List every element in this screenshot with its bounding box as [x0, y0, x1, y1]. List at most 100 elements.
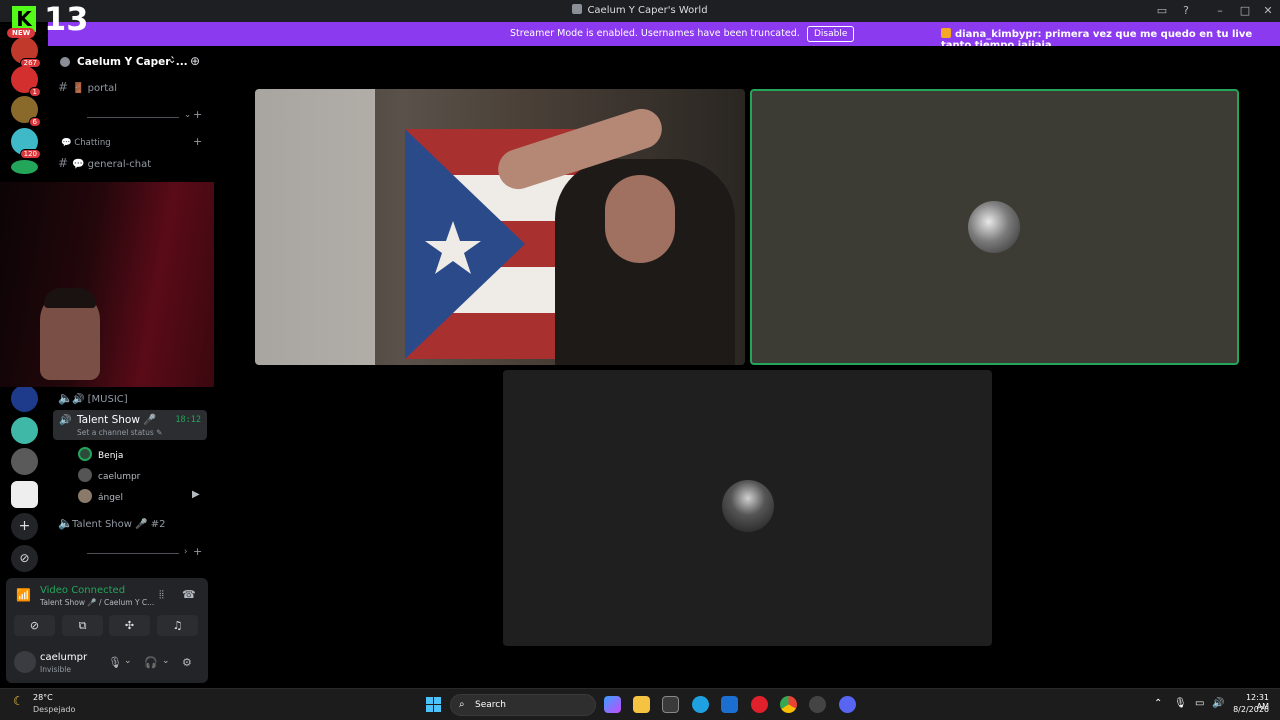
voice-channel-talent-show[interactable]: 🔊 Talent Show 🎤 18:12 Set a channel stat…: [53, 410, 207, 440]
hash-icon: #: [58, 80, 69, 94]
add-channel-icon[interactable]: +: [193, 108, 202, 121]
camera-icon: ▶: [192, 489, 200, 500]
category-divider: [87, 553, 179, 554]
store-icon[interactable]: [662, 696, 679, 713]
connection-status: Video Connected: [40, 585, 126, 596]
headphones-icon[interactable]: 🎧: [144, 656, 158, 669]
chrome-icon[interactable]: [780, 696, 797, 713]
search-label: Search: [475, 700, 506, 710]
overlay-number: 13: [44, 0, 89, 38]
clock-date[interactable]: 8/2/2026: [1233, 705, 1269, 714]
activities-button[interactable]: ✣: [109, 615, 150, 636]
guild-icon[interactable]: 1: [11, 66, 41, 97]
discord-icon[interactable]: [839, 696, 856, 713]
disable-streamer-mode-button[interactable]: Disable: [807, 26, 855, 42]
avatar: [968, 201, 1020, 253]
channel-general-chat[interactable]: # 💬 general-chat: [58, 156, 151, 170]
search-box[interactable]: ⌕ Search: [450, 694, 596, 716]
add-channel-icon[interactable]: +: [193, 545, 202, 558]
channel-status[interactable]: Set a channel status ✎: [77, 428, 162, 437]
guild-icon[interactable]: [11, 160, 38, 174]
voice-channel-name: Talent Show 🎤: [77, 414, 157, 426]
copilot-icon[interactable]: [604, 696, 621, 713]
mail-icon[interactable]: [721, 696, 738, 713]
close-window-button[interactable]: ✕: [1260, 3, 1276, 19]
volume-icon[interactable]: 🔊: [1212, 698, 1224, 709]
chevron-down-icon[interactable]: ⌄: [124, 656, 132, 666]
guild-icon[interactable]: 120: [11, 128, 41, 159]
noise-suppression-icon[interactable]: ⦙⦙: [159, 588, 164, 602]
channel-music[interactable]: 🔈🔊 [MUSIC]: [58, 391, 128, 405]
speaker-icon: 🔈: [58, 391, 73, 405]
guild-icon[interactable]: [11, 385, 38, 412]
add-server-icon[interactable]: +: [11, 513, 38, 540]
chevron-right-icon[interactable]: ›: [184, 547, 187, 557]
streamer-mode-message: Streamer Mode is enabled. Usernames have…: [510, 28, 800, 39]
obs-icon[interactable]: [809, 696, 826, 713]
speaker-icon: 🔈: [58, 516, 73, 530]
user-status: Invisible: [40, 665, 71, 674]
network-icon[interactable]: ▭: [1195, 698, 1204, 709]
speaker-icon: 🔊: [59, 415, 72, 426]
chevron-down-icon[interactable]: ⌄: [162, 656, 170, 666]
weather-condition[interactable]: Despejado: [33, 705, 75, 714]
add-channel-icon[interactable]: +: [193, 135, 202, 148]
guild-icon[interactable]: 6: [11, 96, 41, 127]
disconnect-icon[interactable]: ☎: [182, 588, 196, 601]
voice-member[interactable]: Benja: [78, 447, 123, 461]
streamer-hair: [44, 288, 96, 308]
mention-badge: 120: [19, 149, 41, 159]
window-title: Caelum Y Caper's World: [0, 4, 1280, 16]
new-badge: NEW: [7, 28, 36, 38]
avatar: [722, 480, 774, 532]
weather-temperature[interactable]: 28°C: [33, 693, 53, 702]
microphone-icon[interactable]: 🎙: [1174, 698, 1187, 709]
server-header[interactable]: Caelum Y Caper`... ⌄ ⊕: [48, 46, 214, 80]
avatar: [78, 447, 92, 461]
opera-icon[interactable]: [751, 696, 768, 713]
channel-portal[interactable]: # 🚪 portal: [58, 80, 117, 94]
chevron-down-icon[interactable]: ⌄: [184, 110, 191, 120]
video-tile[interactable]: [503, 370, 992, 646]
screen-share-button[interactable]: ⧉: [62, 615, 103, 636]
chevron-up-icon[interactable]: ⌃: [1154, 698, 1162, 709]
category-chatting[interactable]: 💬 Chatting: [61, 138, 111, 148]
server-icon: [572, 4, 583, 14]
chevron-down-icon[interactable]: ⌄: [168, 55, 176, 66]
guild-icon[interactable]: 267: [11, 37, 41, 68]
voice-timer: 18:12: [175, 415, 201, 425]
username: caelumpr: [40, 652, 88, 663]
edge-icon[interactable]: [692, 696, 709, 713]
microphone-icon[interactable]: 🎙: [108, 656, 122, 669]
person-head: [605, 175, 675, 263]
voice-channel-talent-show-2[interactable]: 🔈Talent Show 🎤 #2: [58, 516, 165, 530]
file-explorer-icon[interactable]: [633, 696, 650, 713]
gear-icon[interactable]: ⚙: [182, 656, 192, 669]
taskbar: ☾ 28°C Despejado ⌕ Search ⌃ 🎙 ▭ 🔊 12:31 …: [0, 688, 1280, 720]
voice-connection-panel: 📶 Video Connected Talent Show 🎤 / Caelum…: [6, 578, 208, 683]
guild-icon[interactable]: [11, 481, 38, 508]
maximize-button[interactable]: □: [1237, 3, 1253, 19]
help-icon[interactable]: ?: [1178, 3, 1194, 19]
inbox-icon[interactable]: ▭: [1154, 3, 1170, 19]
guild-icon[interactable]: [11, 448, 38, 475]
background-wall: [255, 89, 375, 365]
discover-icon[interactable]: ⊘: [11, 545, 38, 572]
avatar: [78, 468, 92, 482]
minimize-button[interactable]: –: [1212, 3, 1228, 19]
voice-member[interactable]: ángel: [78, 489, 123, 503]
soundboard-button[interactable]: ♫: [157, 615, 198, 636]
avatar: [78, 489, 92, 503]
voice-member[interactable]: caelumpr: [78, 468, 140, 482]
server-gear-icon: [60, 57, 70, 67]
connection-location[interactable]: Talent Show 🎤 / Caelum Y C...: [40, 598, 154, 607]
guild-icon[interactable]: [11, 417, 38, 444]
video-tile-camera[interactable]: [255, 89, 745, 365]
video-tile-speaking[interactable]: [750, 89, 1239, 365]
avatar[interactable]: [14, 651, 36, 673]
add-member-icon[interactable]: ⊕: [190, 54, 200, 68]
windows-start-icon[interactable]: [426, 697, 441, 712]
camera-off-button[interactable]: ⊘: [14, 615, 55, 636]
chat-badge-icon: [941, 28, 951, 38]
title-bar: Caelum Y Caper's World ▭ ? – □ ✕: [0, 0, 1280, 22]
